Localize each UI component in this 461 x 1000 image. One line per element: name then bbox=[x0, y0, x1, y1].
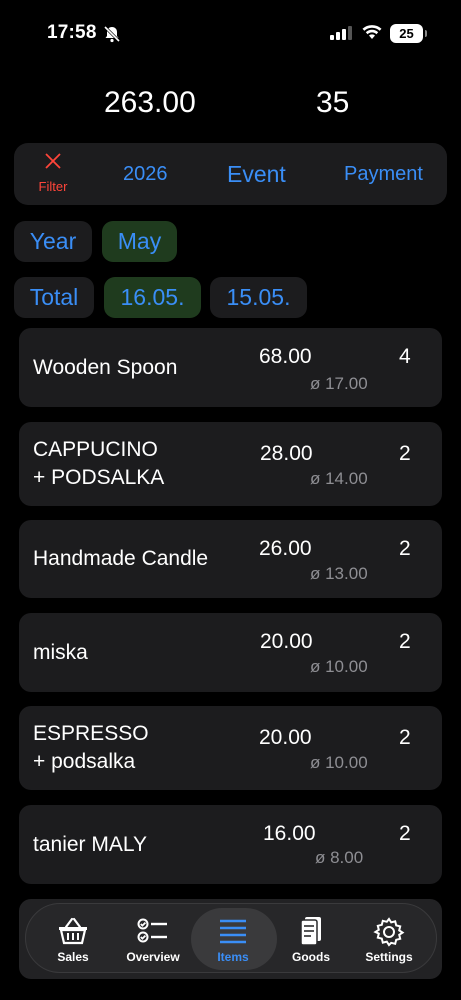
close-icon bbox=[34, 151, 72, 175]
tab-goods[interactable]: Goods bbox=[270, 904, 352, 974]
item-average: ø 17.00 bbox=[310, 374, 368, 393]
cellular-signal-icon bbox=[330, 26, 352, 45]
status-time: 17:58 bbox=[47, 22, 97, 43]
list-item[interactable]: Wooden Spoon 68.00 ø 17.00 4 bbox=[19, 328, 442, 407]
tab-bar: Sales Overview Items Goods Settings bbox=[25, 903, 437, 973]
list-item[interactable]: Handmade Candle 26.00 ø 13.00 2 bbox=[19, 520, 442, 598]
item-name: Wooden Spoon bbox=[33, 356, 178, 379]
tab-label: Items bbox=[217, 950, 249, 964]
payment-filter-button[interactable]: Payment bbox=[344, 143, 423, 205]
document-stack-icon bbox=[270, 916, 352, 948]
tab-label: Overview bbox=[126, 950, 180, 964]
item-name-line-2: + podsalka bbox=[33, 750, 136, 773]
item-average: ø 14.00 bbox=[310, 469, 368, 488]
item-amount: 20.00 bbox=[260, 630, 313, 653]
item-name: tanier MALY bbox=[33, 833, 147, 856]
item-quantity: 4 bbox=[399, 345, 411, 368]
year-filter-button[interactable]: 2026 bbox=[123, 143, 168, 205]
event-filter-button[interactable]: Event bbox=[227, 143, 286, 205]
list-item[interactable]: tanier MALY 16.00 ø 8.00 2 bbox=[19, 805, 442, 884]
item-quantity: 2 bbox=[399, 726, 411, 749]
tab-overview[interactable]: Overview bbox=[112, 904, 194, 974]
item-quantity: 2 bbox=[399, 822, 411, 845]
item-name: Handmade Candle bbox=[33, 547, 209, 570]
item-average: ø 10.00 bbox=[310, 657, 368, 676]
chip-day-1[interactable]: 16.05. bbox=[104, 277, 201, 318]
total-count: 35 bbox=[316, 86, 350, 119]
list-item[interactable]: miska 20.00 ø 10.00 2 bbox=[19, 613, 442, 692]
filter-label: Filter bbox=[38, 179, 68, 194]
bell-muted-icon bbox=[103, 25, 121, 48]
tab-sales[interactable]: Sales bbox=[32, 904, 114, 974]
item-amount: 26.00 bbox=[259, 537, 312, 560]
item-name-line-2: + PODSALKA bbox=[33, 466, 165, 489]
basket-icon bbox=[32, 916, 114, 948]
item-quantity: 2 bbox=[399, 442, 411, 465]
item-name: miska bbox=[33, 641, 88, 664]
item-name: ESPRESSO bbox=[33, 722, 149, 745]
chip-day-2[interactable]: 15.05. bbox=[210, 277, 307, 318]
battery-indicator: 25 bbox=[390, 24, 427, 43]
filter-bar: Filter 2026 Event Payment bbox=[14, 143, 447, 205]
item-amount: 68.00 bbox=[259, 345, 312, 368]
item-average: ø 10.00 bbox=[310, 753, 368, 772]
item-name: CAPPUCINO bbox=[33, 438, 158, 461]
tab-items[interactable]: Items bbox=[191, 904, 277, 974]
item-average: ø 8.00 bbox=[315, 848, 364, 867]
total-amount: 263.00 bbox=[104, 86, 196, 119]
item-quantity: 2 bbox=[399, 537, 411, 560]
tab-label: Settings bbox=[365, 950, 413, 964]
tab-label: Goods bbox=[292, 950, 330, 964]
tab-label: Sales bbox=[57, 950, 89, 964]
chip-month[interactable]: May bbox=[102, 221, 177, 262]
item-amount: 20.00 bbox=[259, 726, 312, 749]
list-lines-icon bbox=[192, 916, 274, 948]
gear-icon bbox=[348, 916, 430, 948]
item-average: ø 13.00 bbox=[310, 564, 368, 583]
item-amount: 28.00 bbox=[260, 442, 313, 465]
chip-year[interactable]: Year bbox=[14, 221, 92, 262]
status-bar: 17:58 25 bbox=[0, 0, 461, 64]
list-item[interactable]: CAPPUCINO + PODSALKA 28.00 ø 14.00 2 bbox=[19, 422, 442, 506]
list-item[interactable]: ESPRESSO + podsalka 20.00 ø 10.00 2 bbox=[19, 706, 442, 790]
item-quantity: 2 bbox=[399, 630, 411, 653]
tab-settings[interactable]: Settings bbox=[348, 904, 430, 974]
filter-clear-button[interactable]: Filter bbox=[34, 151, 72, 194]
wifi-icon bbox=[362, 24, 382, 45]
checklist-icon bbox=[112, 916, 194, 948]
item-amount: 16.00 bbox=[263, 822, 316, 845]
chip-total[interactable]: Total bbox=[14, 277, 94, 318]
